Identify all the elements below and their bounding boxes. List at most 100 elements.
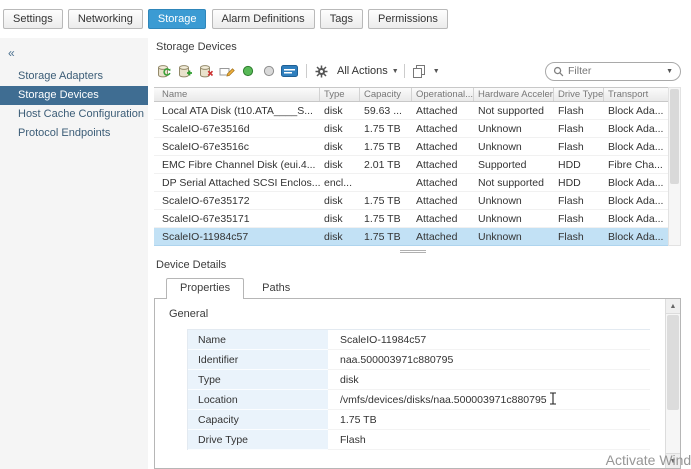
table-row[interactable]: ScaleIO-67e35171 disk 1.75 TB Attached U… <box>154 210 668 228</box>
property-row: Type disk <box>188 370 650 390</box>
collapse-sidebar-icon[interactable]: « <box>0 43 148 67</box>
storage-devices-title: Storage Devices <box>156 41 691 53</box>
details-vertical-scrollbar[interactable]: ▲ ▼ <box>665 299 680 468</box>
cell-name: EMC Fibre Channel Disk (eui.4... <box>154 156 320 173</box>
cell-type: disk <box>320 102 360 119</box>
tab-properties[interactable]: Properties <box>166 278 244 299</box>
tab-networking[interactable]: Networking <box>68 9 143 29</box>
sidebar-item-protocol-endpoints[interactable]: Protocol Endpoints <box>0 124 148 143</box>
table-row[interactable]: Local ATA Disk (t10.ATA____S... disk 59.… <box>154 102 668 120</box>
all-actions-menu[interactable]: All Actions ▼ <box>312 63 399 80</box>
cell-transport: Block Ada... <box>604 210 668 227</box>
chevron-down-icon: ▼ <box>433 68 440 75</box>
cell-capacity: 2.01 TB <box>360 156 412 173</box>
cell-transport: Block Ada... <box>604 138 668 155</box>
tab-tags[interactable]: Tags <box>320 9 363 29</box>
panel-splitter[interactable] <box>154 246 691 258</box>
detach-device-icon[interactable] <box>196 63 215 80</box>
column-header-operational[interactable]: Operational... <box>412 88 474 101</box>
property-label: Drive Type <box>188 430 328 450</box>
cell-hardware-acceleration: Supported <box>474 156 554 173</box>
cell-drive-type: Flash <box>554 102 604 119</box>
tab-settings[interactable]: Settings <box>3 9 63 29</box>
device-details-panel: General Name ScaleIO-11984c57 Identifier… <box>154 298 681 469</box>
table-header-row: Name Type Capacity Operational... Hardwa… <box>154 87 668 102</box>
sidebar-item-storage-adapters[interactable]: Storage Adapters <box>0 67 148 86</box>
cell-transport: Block Ada... <box>604 192 668 209</box>
cell-operational: Attached <box>412 192 474 209</box>
property-value: naa.500003971c880795 <box>328 350 650 370</box>
cell-type: disk <box>320 156 360 173</box>
table-row[interactable]: ScaleIO-67e35172 disk 1.75 TB Attached U… <box>154 192 668 210</box>
scroll-up-icon[interactable]: ▲ <box>666 299 680 314</box>
property-value: 1.75 TB <box>328 410 650 430</box>
turn-on-led-icon[interactable] <box>238 63 257 80</box>
cell-operational: Attached <box>412 120 474 137</box>
column-header-type[interactable]: Type <box>320 88 360 101</box>
table-row[interactable]: ScaleIO-67e3516c disk 1.75 TB Attached U… <box>154 138 668 156</box>
cell-drive-type: Flash <box>554 228 604 245</box>
refresh-storage-icon[interactable] <box>154 63 173 80</box>
cell-transport: Block Ada... <box>604 120 668 137</box>
cell-name: ScaleIO-11984c57 <box>154 228 320 245</box>
cell-transport: Fibre Cha... <box>604 156 668 173</box>
cell-hardware-acceleration: Unknown <box>474 228 554 245</box>
cell-operational: Attached <box>412 210 474 227</box>
cell-capacity: 59.63 ... <box>360 102 412 119</box>
all-actions-label: All Actions <box>337 65 388 77</box>
device-details-title: Device Details <box>156 259 691 271</box>
sidebar-item-host-cache-configuration[interactable]: Host Cache Configuration <box>0 105 148 124</box>
rename-device-icon[interactable] <box>217 63 236 80</box>
column-header-hardware-acceleration[interactable]: Hardware Acceler... <box>474 88 554 101</box>
table-row[interactable]: DP Serial Attached SCSI Enclos... encl..… <box>154 174 668 192</box>
cell-capacity <box>360 174 412 191</box>
table-row-selected[interactable]: ScaleIO-11984c57 disk 1.75 TB Attached U… <box>154 228 668 246</box>
storage-devices-toolbar: All Actions ▼ ▼ <box>154 60 691 82</box>
column-header-capacity[interactable]: Capacity <box>360 88 412 101</box>
property-label: Identifier <box>188 350 328 370</box>
filter-input[interactable] <box>568 65 664 77</box>
property-label: Location <box>188 390 328 410</box>
tab-storage[interactable]: Storage <box>148 9 207 29</box>
search-icon <box>553 66 564 77</box>
table-row[interactable]: ScaleIO-67e3516d disk 1.75 TB Attached U… <box>154 120 668 138</box>
cell-name: ScaleIO-67e35172 <box>154 192 320 209</box>
cell-drive-type: Flash <box>554 138 604 155</box>
erase-partitions-icon[interactable] <box>280 63 299 80</box>
cell-type: disk <box>320 210 360 227</box>
copy-icon <box>410 63 429 80</box>
cell-name: DP Serial Attached SCSI Enclos... <box>154 174 320 191</box>
cell-capacity: 1.75 TB <box>360 228 412 245</box>
main-panel: Storage Devices <box>148 38 691 469</box>
table-row[interactable]: EMC Fibre Channel Disk (eui.4... disk 2.… <box>154 156 668 174</box>
filter-dropdown-icon[interactable]: ▼ <box>666 68 673 75</box>
filter-box: ▼ <box>545 62 681 81</box>
cell-transport: Block Ada... <box>604 228 668 245</box>
cell-capacity: 1.75 TB <box>360 120 412 137</box>
property-value: ScaleIO-11984c57 <box>328 330 650 350</box>
property-row: Name ScaleIO-11984c57 <box>188 330 650 350</box>
property-value: disk <box>328 370 650 390</box>
cell-transport: Block Ada... <box>604 174 668 191</box>
column-header-name[interactable]: Name <box>154 88 320 101</box>
turn-off-led-icon[interactable] <box>259 63 278 80</box>
column-header-transport[interactable]: Transport <box>604 88 668 101</box>
toolbar-separator <box>404 64 405 78</box>
property-row: Capacity 1.75 TB <box>188 410 650 430</box>
cell-type: disk <box>320 138 360 155</box>
splitter-grip-icon[interactable] <box>400 250 426 251</box>
column-header-drive-type[interactable]: Drive Type <box>554 88 604 101</box>
sidebar-item-storage-devices[interactable]: Storage Devices <box>0 86 148 105</box>
scrollbar-thumb[interactable] <box>670 89 679 184</box>
cell-capacity: 1.75 TB <box>360 138 412 155</box>
tab-paths[interactable]: Paths <box>248 278 304 299</box>
cell-drive-type: Flash <box>554 120 604 137</box>
copy-menu[interactable]: ▼ <box>410 63 440 80</box>
tab-alarm-definitions[interactable]: Alarm Definitions <box>212 9 315 29</box>
scrollbar-thumb[interactable] <box>667 315 679 410</box>
table-vertical-scrollbar[interactable] <box>668 87 681 246</box>
cell-capacity: 1.75 TB <box>360 210 412 227</box>
attach-device-icon[interactable] <box>175 63 194 80</box>
property-row: Drive Type Flash <box>188 430 650 450</box>
tab-permissions[interactable]: Permissions <box>368 9 448 29</box>
